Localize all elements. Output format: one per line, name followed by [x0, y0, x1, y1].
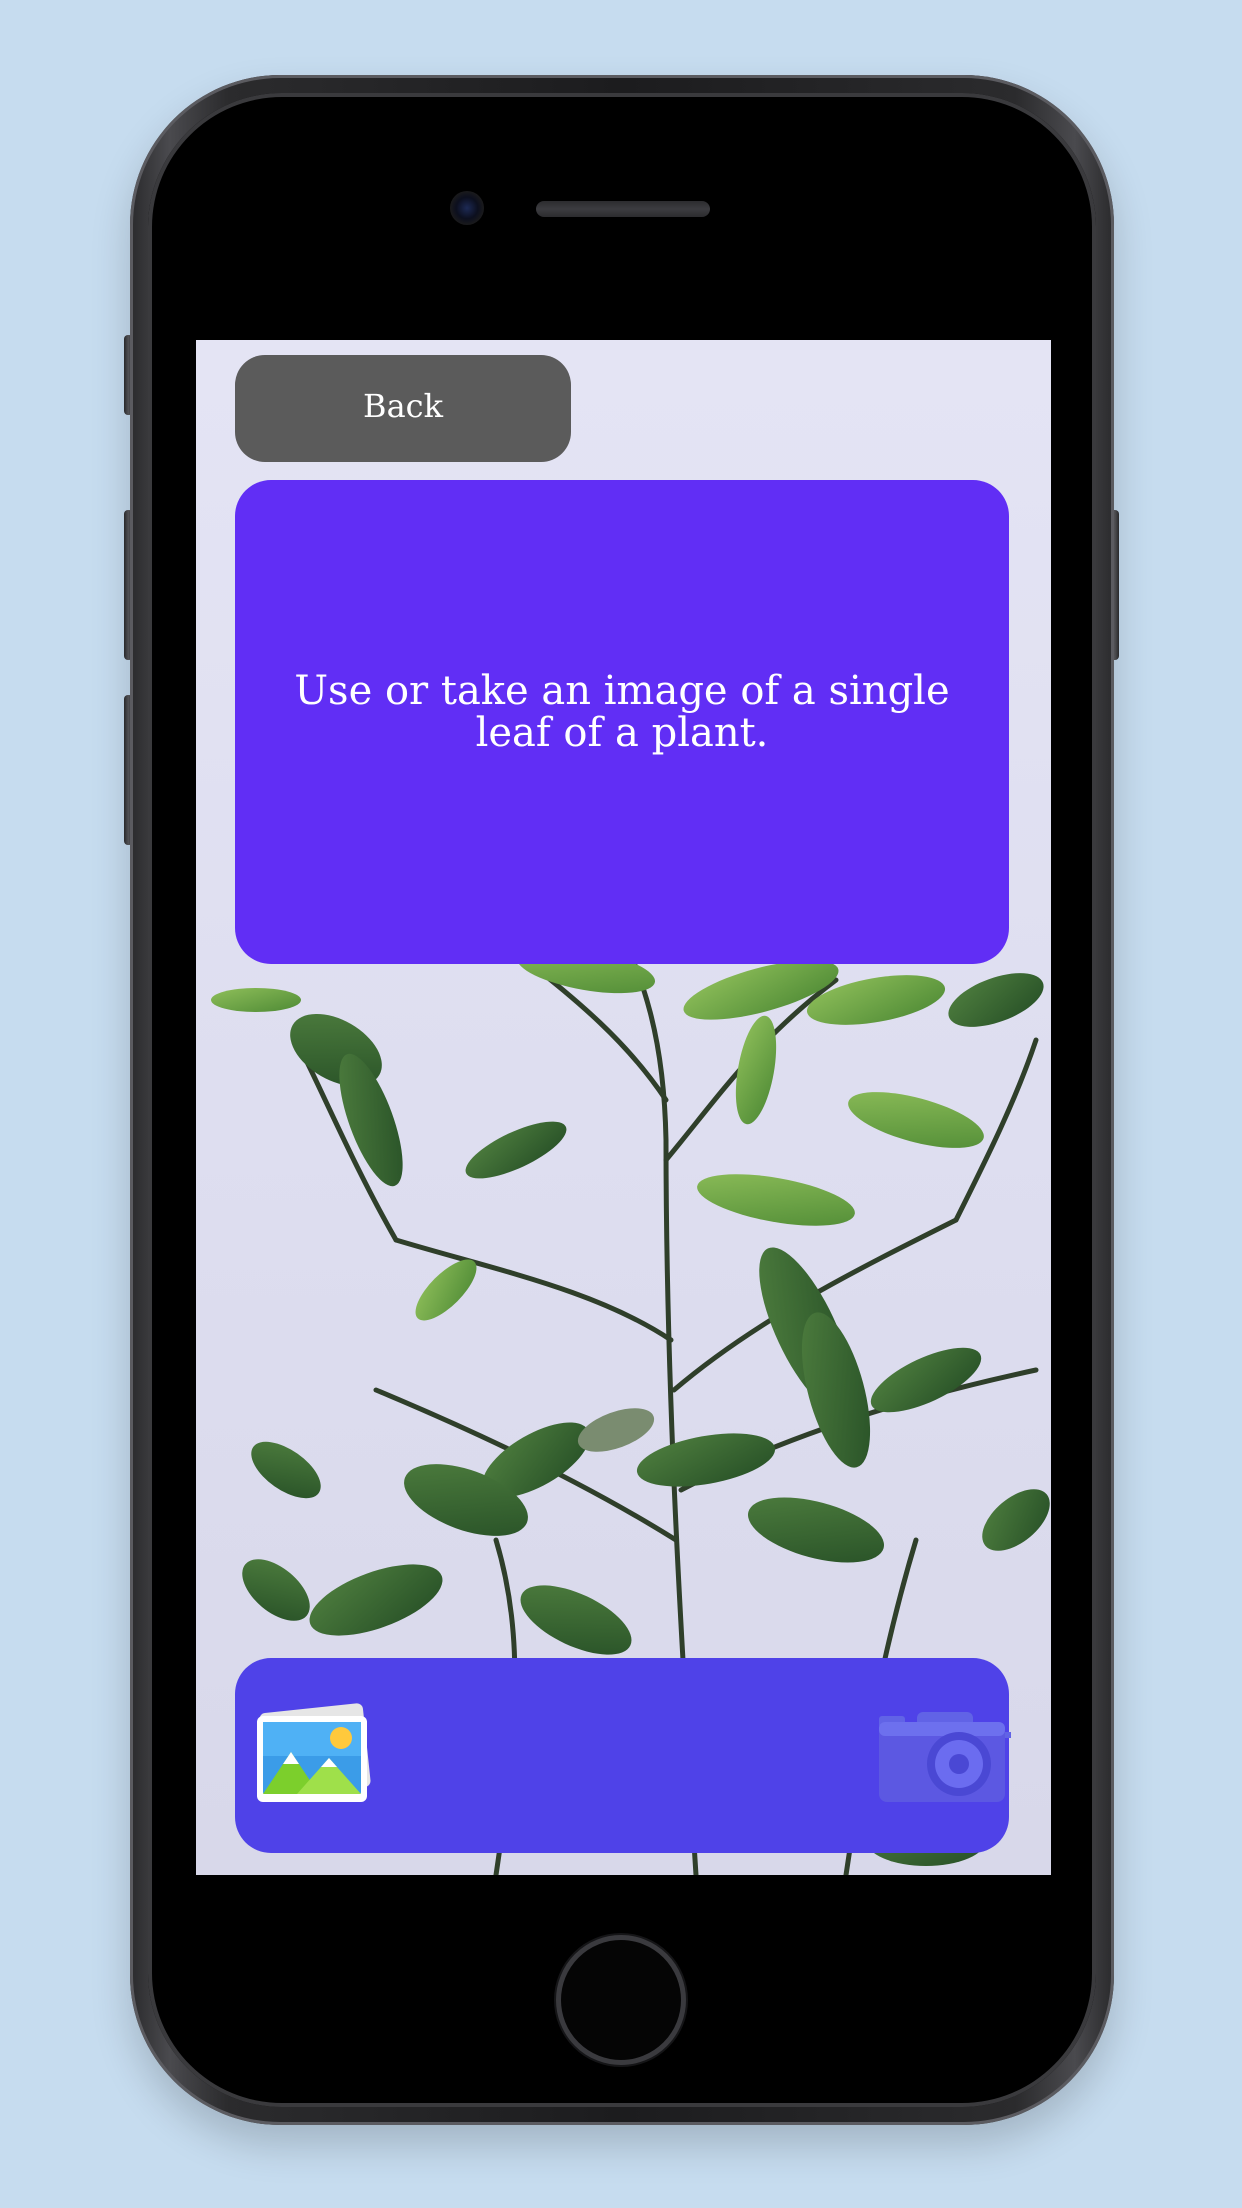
earpiece-speaker	[536, 201, 710, 217]
instruction-card: Use or take an image of a single leaf of…	[235, 480, 1009, 964]
device-frame: Back Use or take an image of a single le…	[0, 0, 1242, 2208]
camera-button[interactable]	[879, 1706, 1013, 1806]
back-button-label: Back	[363, 386, 443, 425]
front-camera	[450, 191, 484, 225]
camera-icon	[879, 1712, 1011, 1802]
gallery-icon	[257, 1703, 371, 1802]
instruction-text: Use or take an image of a single leaf of…	[294, 668, 950, 756]
back-button[interactable]: Back	[235, 355, 571, 462]
bottom-action-bar	[235, 1658, 1011, 1853]
home-button[interactable]	[556, 1935, 686, 2065]
gallery-button[interactable]	[253, 1702, 373, 1806]
app-screen: Back Use or take an image of a single le…	[196, 340, 1051, 1875]
